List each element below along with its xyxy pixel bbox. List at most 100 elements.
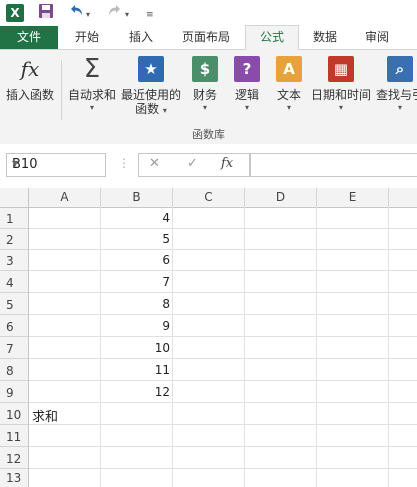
- magnifier-icon: ⌕: [387, 56, 413, 82]
- chevron-down-icon: ▾: [286, 103, 291, 112]
- logical-label: 逻辑: [234, 88, 259, 102]
- chevron-down-icon[interactable]: ▼: [12, 159, 101, 168]
- question-icon: ?: [234, 56, 260, 82]
- row-header[interactable]: 10: [0, 403, 29, 425]
- text-a-icon: A: [276, 56, 302, 82]
- column-header-c[interactable]: C: [173, 188, 245, 208]
- ribbon-tab-row: 文件 开始 插入 页面布局 公式 数据 审阅: [0, 25, 417, 51]
- undo-dropdown-icon[interactable]: ▾: [86, 5, 90, 25]
- function-library-group-label: 函数库: [192, 128, 225, 141]
- gridline: [29, 314, 417, 315]
- column-header-e[interactable]: E: [317, 188, 389, 208]
- tab-review[interactable]: 审阅: [354, 26, 400, 49]
- tab-insert[interactable]: 插入: [116, 26, 166, 49]
- insert-function-label: 插入函数: [5, 88, 54, 102]
- row-header[interactable]: 8: [0, 359, 29, 381]
- row-header[interactable]: 2: [0, 229, 29, 250]
- row-header[interactable]: 12: [0, 447, 29, 469]
- cell-b4[interactable]: 7: [101, 275, 170, 289]
- cell-b9[interactable]: 12: [101, 385, 170, 399]
- gridline: [29, 402, 417, 403]
- undo-icon[interactable]: [68, 3, 84, 23]
- gridline: [29, 446, 417, 447]
- lookup-label: 查找与引: [375, 88, 417, 102]
- row-header[interactable]: 7: [0, 337, 29, 359]
- row-header[interactable]: 3: [0, 250, 29, 271]
- row-header[interactable]: 6: [0, 315, 29, 337]
- formula-buttons: ✕ ✓ fx: [138, 153, 250, 177]
- formula-bar: B10 ▼ ⋮ ✕ ✓ fx: [0, 144, 417, 188]
- select-all-corner[interactable]: [0, 188, 29, 208]
- cell-b7[interactable]: 10: [101, 341, 170, 355]
- tab-formulas[interactable]: 公式: [245, 25, 299, 51]
- gridline: [29, 380, 417, 381]
- fx-icon: fx: [20, 57, 40, 81]
- formula-bar-grip-icon: ⋮: [118, 156, 130, 170]
- row-header[interactable]: 11: [0, 425, 29, 447]
- column-header-b[interactable]: B: [101, 188, 173, 208]
- cell-b5[interactable]: 8: [101, 297, 170, 311]
- row-header[interactable]: 9: [0, 381, 29, 403]
- excel-app-icon: X: [6, 4, 24, 22]
- recently-used-button[interactable]: ★ 最近使用的 函数 ▾: [120, 56, 182, 117]
- column-header-f[interactable]: [389, 188, 417, 208]
- chevron-down-icon: ▾: [162, 106, 167, 115]
- row-header[interactable]: 13: [0, 469, 29, 487]
- tab-data[interactable]: 数据: [302, 26, 348, 49]
- gridline: [29, 468, 417, 469]
- tab-home[interactable]: 开始: [62, 26, 112, 49]
- cell-b1[interactable]: 4: [101, 211, 170, 225]
- column-header-a[interactable]: A: [29, 188, 101, 208]
- spreadsheet-grid: A B C D E 1 2 3 4 5 6 7 8 9 10 11 12 13 …: [0, 188, 417, 487]
- datetime-label: 日期和时间: [310, 88, 371, 102]
- lookup-button[interactable]: ⌕ 查找与引 ▾: [374, 56, 417, 114]
- redo-icon[interactable]: [107, 3, 123, 23]
- save-icon[interactable]: [38, 3, 54, 23]
- row-header[interactable]: 1: [0, 208, 29, 229]
- cell-b6[interactable]: 9: [101, 319, 170, 333]
- text-label: 文本: [276, 88, 301, 102]
- insert-function-button[interactable]: fx 插入函数: [4, 56, 56, 102]
- tab-page-layout[interactable]: 页面布局: [172, 26, 240, 49]
- calendar-icon: ▦: [328, 56, 354, 82]
- column-header-d[interactable]: D: [245, 188, 317, 208]
- chevron-down-icon: ▾: [89, 103, 94, 112]
- cell-b8[interactable]: 11: [101, 363, 170, 377]
- financial-button[interactable]: $ 财务 ▾: [188, 56, 222, 114]
- formula-input[interactable]: [250, 153, 417, 177]
- recently-used-label: 最近使用的: [120, 88, 181, 102]
- gridline: [29, 249, 417, 250]
- text-button[interactable]: A 文本 ▾: [272, 56, 306, 114]
- insert-function-fx-icon[interactable]: fx: [221, 156, 233, 171]
- gridline: [29, 292, 417, 293]
- star-icon: ★: [138, 56, 164, 82]
- cell-a10[interactable]: 求和: [32, 406, 58, 425]
- ribbon-separator: [61, 60, 62, 120]
- tab-file[interactable]: 文件: [0, 26, 58, 49]
- chevron-down-icon: ▾: [397, 103, 402, 112]
- customize-icon[interactable]: ≡: [146, 5, 154, 25]
- autosum-button[interactable]: Σ 自动求和 ▾: [66, 56, 118, 114]
- recently-used-label-2: 函数: [135, 102, 160, 116]
- gridline: [29, 424, 417, 425]
- row-header[interactable]: 4: [0, 271, 29, 293]
- gridline: [29, 270, 417, 271]
- cancel-icon[interactable]: ✕: [149, 156, 160, 171]
- enter-check-icon[interactable]: ✓: [187, 156, 198, 171]
- cell-b3[interactable]: 6: [101, 253, 170, 267]
- row-header[interactable]: 5: [0, 293, 29, 315]
- financial-label: 财务: [192, 88, 217, 102]
- autosum-label: 自动求和: [67, 88, 116, 102]
- datetime-button[interactable]: ▦ 日期和时间 ▾: [310, 56, 372, 114]
- cell-b2[interactable]: 5: [101, 232, 170, 246]
- ribbon-formulas: fx 插入函数 Σ 自动求和 ▾ ★ 最近使用的 函数 ▾ $ 财务 ▾ ? 逻…: [0, 50, 417, 145]
- name-box[interactable]: B10 ▼: [6, 153, 106, 177]
- sigma-icon: Σ: [83, 54, 101, 84]
- quick-access-toolbar: X ▾ ▾ ≡: [0, 0, 417, 26]
- logical-button[interactable]: ? 逻辑 ▾: [230, 56, 264, 114]
- gridline: [29, 358, 417, 359]
- chevron-down-icon: ▾: [244, 103, 249, 112]
- coins-icon: $: [192, 56, 218, 82]
- gridline: [29, 228, 417, 229]
- redo-dropdown-icon[interactable]: ▾: [125, 5, 129, 25]
